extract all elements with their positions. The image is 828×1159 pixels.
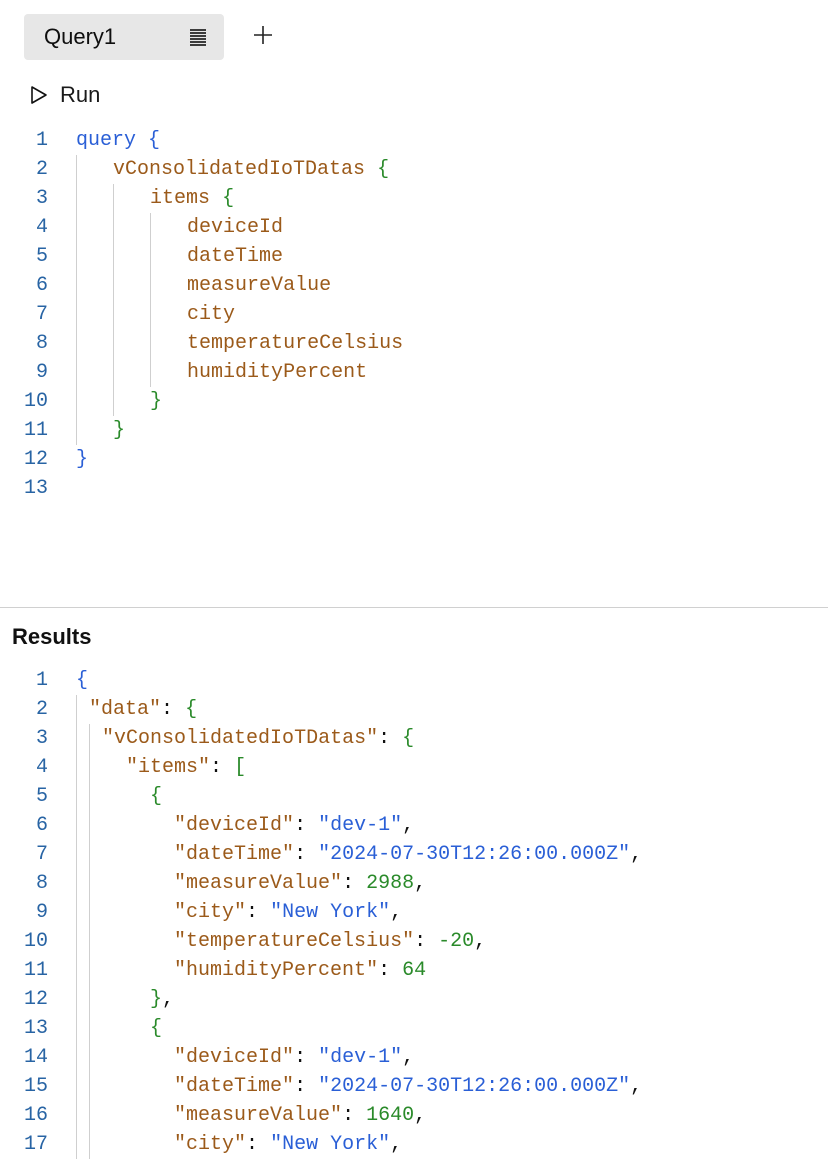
line-number: 6 bbox=[10, 271, 76, 300]
lines-icon bbox=[188, 27, 208, 47]
line-number: 2 bbox=[10, 695, 76, 724]
line-number: 15 bbox=[10, 1072, 76, 1101]
line-number: 6 bbox=[10, 811, 76, 840]
line-number: 1 bbox=[10, 126, 76, 155]
line-number: 13 bbox=[10, 1014, 76, 1043]
line-number: 5 bbox=[10, 242, 76, 271]
line-number: 11 bbox=[10, 416, 76, 445]
results-viewer[interactable]: 1{ 2 "data": { 3 "vConsolidatedIoTDatas"… bbox=[0, 664, 828, 1159]
tab-bar: Query1 bbox=[0, 0, 828, 60]
line-number: 7 bbox=[10, 300, 76, 329]
line-number: 9 bbox=[10, 358, 76, 387]
line-number: 10 bbox=[10, 927, 76, 956]
query-editor[interactable]: 1query { 2 vConsolidatedIoTDatas { 3 ite… bbox=[0, 124, 828, 503]
results-heading: Results bbox=[0, 608, 828, 664]
add-tab-button[interactable] bbox=[242, 16, 284, 59]
line-number: 8 bbox=[10, 869, 76, 898]
tab-query1[interactable]: Query1 bbox=[24, 14, 224, 60]
line-number: 2 bbox=[10, 155, 76, 184]
line-number: 13 bbox=[10, 474, 76, 503]
line-number: 4 bbox=[10, 753, 76, 782]
play-icon bbox=[30, 85, 48, 105]
run-button[interactable]: Run bbox=[0, 60, 828, 124]
line-number: 17 bbox=[10, 1130, 76, 1159]
line-number: 3 bbox=[10, 184, 76, 213]
line-number: 14 bbox=[10, 1043, 76, 1072]
tab-label: Query1 bbox=[44, 24, 116, 50]
run-label: Run bbox=[60, 82, 100, 108]
line-number: 12 bbox=[10, 985, 76, 1014]
line-number: 10 bbox=[10, 387, 76, 416]
line-number: 8 bbox=[10, 329, 76, 358]
line-number: 4 bbox=[10, 213, 76, 242]
line-number: 1 bbox=[10, 666, 76, 695]
line-number: 5 bbox=[10, 782, 76, 811]
plus-icon bbox=[252, 24, 274, 46]
line-number: 12 bbox=[10, 445, 76, 474]
line-number: 3 bbox=[10, 724, 76, 753]
line-number: 7 bbox=[10, 840, 76, 869]
line-number: 11 bbox=[10, 956, 76, 985]
line-number: 16 bbox=[10, 1101, 76, 1130]
line-number: 9 bbox=[10, 898, 76, 927]
